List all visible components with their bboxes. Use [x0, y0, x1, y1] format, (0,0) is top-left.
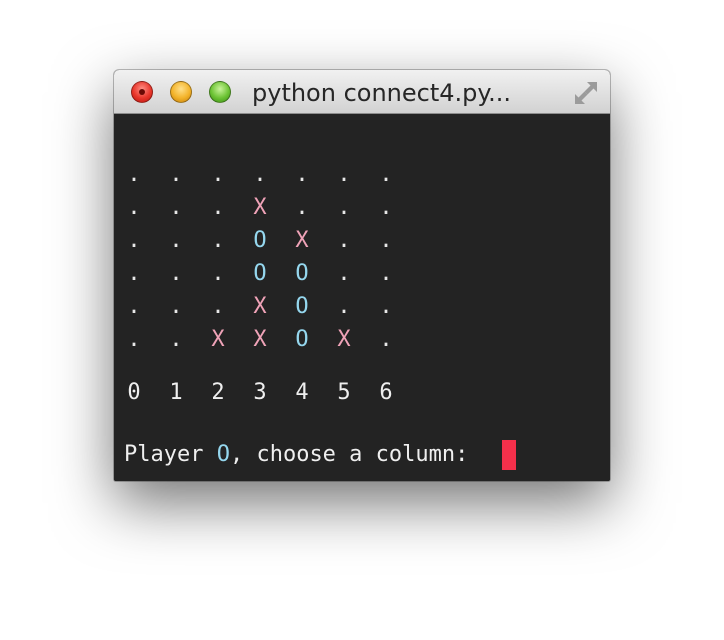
empty-cell: .	[169, 162, 183, 187]
column-label: 4	[295, 380, 309, 405]
o-piece: O	[253, 261, 267, 286]
empty-cell: .	[127, 228, 141, 253]
minimize-button[interactable]	[170, 81, 192, 103]
column-label: 0	[127, 380, 141, 405]
empty-cell: .	[127, 261, 141, 286]
empty-cell: .	[337, 294, 351, 319]
window-title: python connect4.py...	[252, 79, 512, 107]
empty-cell: .	[127, 294, 141, 319]
empty-cell: .	[253, 162, 267, 187]
empty-cell: .	[211, 162, 225, 187]
empty-cell: .	[337, 261, 351, 286]
current-player: O	[216, 442, 230, 467]
zoom-button[interactable]	[209, 81, 231, 103]
terminal-output[interactable]: ..........X......OX.....OO.....XO....XXO…	[114, 114, 610, 481]
empty-cell: .	[337, 162, 351, 187]
close-button[interactable]	[131, 81, 153, 103]
column-label: 2	[211, 380, 225, 405]
x-piece: X	[295, 228, 309, 253]
o-piece: O	[253, 228, 267, 253]
empty-cell: .	[211, 294, 225, 319]
empty-cell: .	[379, 228, 393, 253]
empty-cell: .	[127, 162, 141, 187]
empty-cell: .	[379, 294, 393, 319]
empty-cell: .	[379, 195, 393, 220]
column-label: 1	[169, 380, 183, 405]
x-piece: X	[337, 327, 351, 352]
prompt-prefix: Player	[124, 442, 217, 467]
column-label: 5	[337, 380, 351, 405]
x-piece: X	[253, 327, 267, 352]
prompt-suffix: , choose a column:	[229, 442, 482, 467]
fullscreen-icon[interactable]	[572, 79, 600, 107]
empty-cell: .	[169, 327, 183, 352]
title-bar[interactable]: python connect4.py...	[114, 70, 610, 114]
o-piece: O	[295, 261, 309, 286]
text-cursor	[502, 440, 516, 470]
empty-cell: .	[295, 162, 309, 187]
empty-cell: .	[211, 195, 225, 220]
x-piece: X	[253, 195, 267, 220]
empty-cell: .	[211, 228, 225, 253]
empty-cell: .	[169, 261, 183, 286]
empty-cell: .	[337, 195, 351, 220]
x-piece: X	[211, 327, 225, 352]
empty-cell: .	[127, 195, 141, 220]
column-label: 6	[379, 380, 393, 405]
empty-cell: .	[379, 162, 393, 187]
empty-cell: .	[169, 228, 183, 253]
empty-cell: .	[169, 195, 183, 220]
column-label: 3	[253, 380, 267, 405]
x-piece: X	[253, 294, 267, 319]
empty-cell: .	[379, 261, 393, 286]
o-piece: O	[295, 294, 309, 319]
empty-cell: .	[337, 228, 351, 253]
terminal-window: python connect4.py... .......... X...... O…	[114, 70, 610, 481]
empty-cell: .	[169, 294, 183, 319]
o-piece: O	[295, 327, 309, 352]
empty-cell: .	[211, 261, 225, 286]
empty-cell: .	[127, 327, 141, 352]
input-prompt: Player O, choose a column:	[124, 438, 482, 471]
empty-cell: .	[379, 327, 393, 352]
empty-cell: .	[295, 195, 309, 220]
